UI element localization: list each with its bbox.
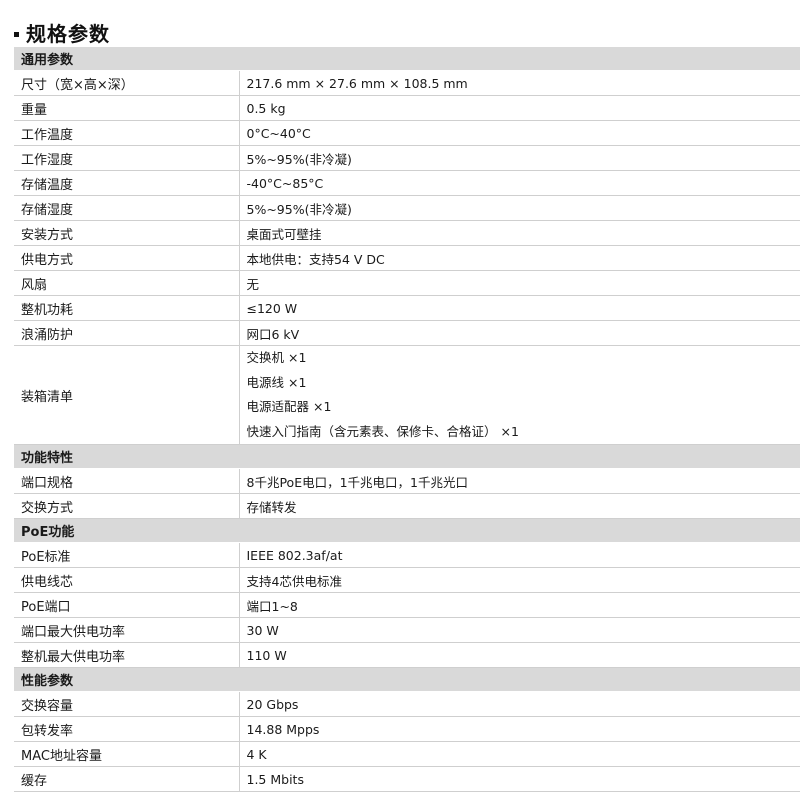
section-title: 通用参数: [14, 47, 800, 71]
table-row: 包转发率 14.88 Mpps: [14, 716, 800, 742]
table-row: 供电线芯 支持4芯供电标准: [14, 567, 800, 593]
row-key: 装箱清单: [14, 345, 240, 445]
table-row: 风扇 无: [14, 270, 800, 296]
section-header-poe: PoE功能: [14, 518, 800, 543]
table-row: 尺寸（宽×高×深） 217.6 mm × 27.6 mm × 108.5 mm: [14, 70, 800, 96]
section-header-general: 通用参数: [14, 47, 800, 71]
row-value: -40°C~85°C: [239, 170, 800, 196]
table-row: 端口最大供电功率 30 W: [14, 617, 800, 643]
row-key: 端口规格: [14, 468, 240, 494]
table-row: 缓存 1.5 Mbits: [14, 766, 800, 792]
row-value: 端口1~8: [239, 592, 800, 618]
row-key: 供电方式: [14, 245, 240, 271]
table-row: 整机功耗 ≤120 W: [14, 295, 800, 321]
row-key: 整机最大供电功率: [14, 642, 240, 668]
table-row: PoE端口 端口1~8: [14, 592, 800, 618]
row-key: PoE标准: [14, 542, 240, 568]
table-row: 存储湿度 5%~95%(非冷凝): [14, 195, 800, 221]
table-row: 工作温度 0°C~40°C: [14, 120, 800, 146]
row-key: 缓存: [14, 766, 240, 792]
row-key: MAC地址容量: [14, 741, 240, 767]
row-key: 交换方式: [14, 493, 240, 519]
row-value: 1.5 Mbits: [239, 766, 800, 792]
table-row: 交换方式 存储转发: [14, 493, 800, 519]
row-value: 本地供电：支持54 V DC: [239, 245, 800, 271]
row-value: ≤120 W: [239, 295, 800, 321]
bullet-icon: [14, 31, 19, 37]
table-row: 存储温度 -40°C~85°C: [14, 170, 800, 196]
row-key: 安装方式: [14, 220, 240, 246]
row-key: 重量: [14, 95, 240, 121]
row-value: 8千兆PoE电口，1千兆电口，1千兆光口: [239, 468, 800, 494]
table-row: PoE标准 IEEE 802.3af/at: [14, 542, 800, 568]
row-key: 浪涌防护: [14, 320, 240, 346]
row-value: 4 K: [239, 741, 800, 767]
section-title: PoE功能: [14, 518, 800, 543]
table-row: 工作湿度 5%~95%(非冷凝): [14, 145, 800, 171]
section-header-performance: 性能参数: [14, 667, 800, 692]
section-title: 功能特性: [14, 444, 800, 469]
table-row: 整机最大供电功率 110 W: [14, 642, 800, 668]
table-row: 重量 0.5 kg: [14, 95, 800, 121]
row-value: 30 W: [239, 617, 800, 643]
row-key: 存储湿度: [14, 195, 240, 221]
table-row: 供电方式 本地供电：支持54 V DC: [14, 245, 800, 271]
row-value: 0°C~40°C: [239, 120, 800, 146]
row-value: 0.5 kg: [239, 95, 800, 121]
row-key: 端口最大供电功率: [14, 617, 240, 643]
row-key: 存储温度: [14, 170, 240, 196]
row-value: IEEE 802.3af/at: [239, 542, 800, 568]
row-key: 整机功耗: [14, 295, 240, 321]
row-value: 桌面式可壁挂: [239, 220, 800, 246]
row-key: 风扇: [14, 270, 240, 296]
row-key: 尺寸（宽×高×深）: [14, 70, 240, 96]
row-value: 无: [239, 270, 800, 296]
table-row-package-list: 装箱清单 交换机 ×1 电源线 ×1 电源适配器 ×1 快速入门指南（含元素表、…: [14, 345, 800, 445]
row-value: 20 Gbps: [239, 691, 800, 717]
row-value: 支持4芯供电标准: [239, 567, 800, 593]
package-item: 交换机 ×1: [246, 350, 307, 365]
table-row: 浪涌防护 网口6 kV: [14, 320, 800, 346]
row-value: 网口6 kV: [239, 320, 800, 346]
row-value: 存储转发: [239, 493, 800, 519]
row-key: PoE端口: [14, 592, 240, 618]
table-row: 端口规格 8千兆PoE电口，1千兆电口，1千兆光口: [14, 468, 800, 494]
table-row: MAC地址容量 4 K: [14, 741, 800, 767]
row-key: 交换容量: [14, 691, 240, 717]
page-title: 规格参数: [26, 21, 110, 46]
row-key: 包转发率: [14, 716, 240, 742]
package-item: 电源适配器 ×1: [246, 399, 332, 414]
section-header-features: 功能特性: [14, 444, 800, 469]
table-row: 安装方式 桌面式可壁挂: [14, 220, 800, 246]
row-key: 工作湿度: [14, 145, 240, 171]
row-key: 工作温度: [14, 120, 240, 146]
row-value: 110 W: [239, 642, 800, 668]
page-title-block: 规格参数: [14, 17, 110, 47]
row-value: 5%~95%(非冷凝): [239, 195, 800, 221]
row-value: 217.6 mm × 27.6 mm × 108.5 mm: [239, 70, 800, 96]
spec-table: 通用参数 尺寸（宽×高×深） 217.6 mm × 27.6 mm × 108.…: [14, 47, 800, 792]
section-title: 性能参数: [14, 667, 800, 692]
row-key: 供电线芯: [14, 567, 240, 593]
package-list: 交换机 ×1 电源线 ×1 电源适配器 ×1 快速入门指南（含元素表、保修卡、合…: [239, 345, 800, 445]
row-value: 14.88 Mpps: [239, 716, 800, 742]
package-item: 电源线 ×1: [246, 374, 307, 390]
table-row: 交换容量 20 Gbps: [14, 691, 800, 717]
row-value: 5%~95%(非冷凝): [239, 145, 800, 171]
package-item: 快速入门指南（含元素表、保修卡、合格证） ×1: [246, 423, 519, 439]
